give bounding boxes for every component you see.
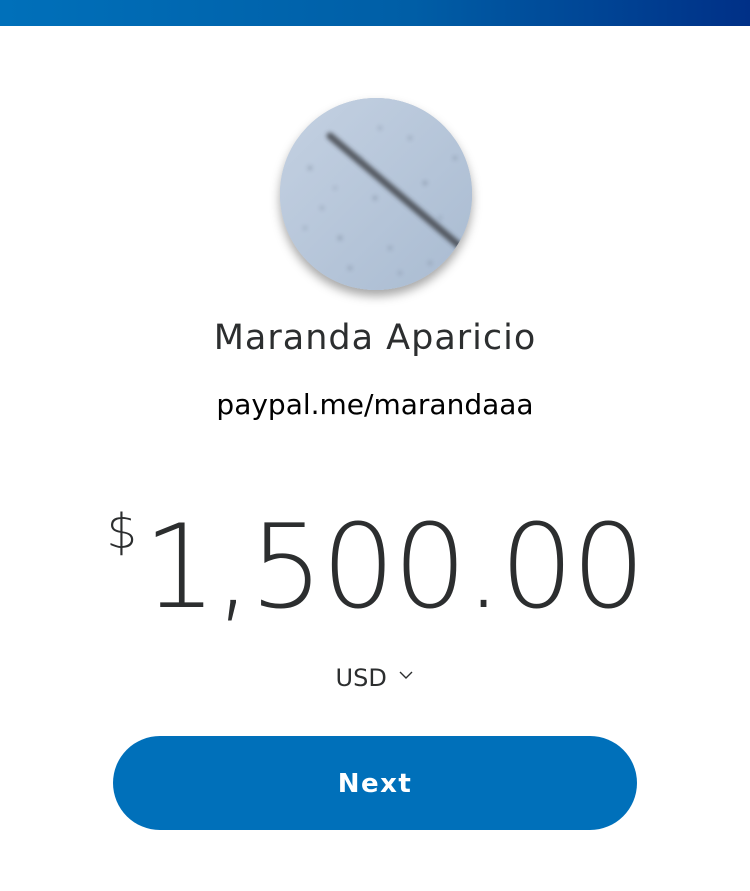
avatar xyxy=(280,98,472,290)
recipient-name: Maranda Aparicio xyxy=(213,318,537,358)
header-bar xyxy=(0,0,750,26)
recipient-handle: paypal.me/marandaaa xyxy=(216,388,534,421)
currency-symbol: $ xyxy=(106,504,137,560)
currency-code[interactable]: USD xyxy=(336,664,387,692)
profile-photo-icon xyxy=(280,98,472,290)
chevron-down-icon[interactable] xyxy=(398,659,414,687)
currency-selector[interactable]: USD xyxy=(0,663,750,692)
amount-display[interactable]: $1,500.00 xyxy=(0,500,750,636)
amount-value[interactable]: 1,500.00 xyxy=(143,500,646,636)
next-button[interactable]: Next xyxy=(113,736,637,830)
